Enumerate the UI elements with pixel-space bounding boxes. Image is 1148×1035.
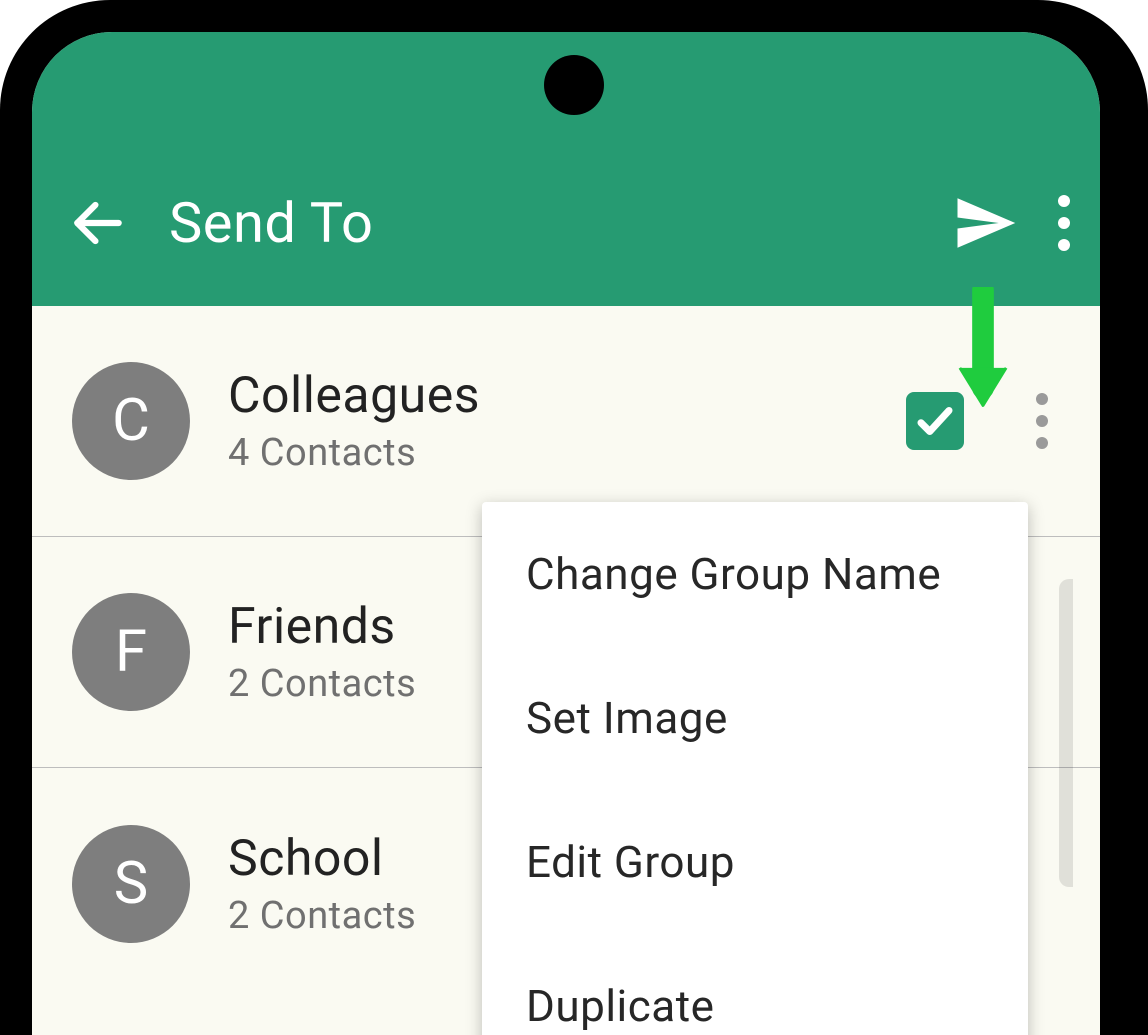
menu-item-duplicate[interactable]: Duplicate: [482, 934, 1028, 1035]
menu-item-set-image[interactable]: Set Image: [482, 646, 1028, 790]
back-icon[interactable]: [67, 192, 129, 254]
row-overflow-icon[interactable]: [1024, 393, 1060, 449]
send-icon[interactable]: [952, 190, 1018, 256]
avatar: C: [72, 362, 190, 480]
device-frame: Send To C Colleagues 4 Contacts: [0, 0, 1148, 1035]
page-title: Send To: [169, 190, 952, 256]
arrow-down-icon: [954, 287, 1012, 421]
avatar: S: [72, 825, 190, 943]
menu-item-change-name[interactable]: Change Group Name: [482, 502, 1028, 646]
camera-cutout: [544, 55, 604, 115]
avatar: F: [72, 593, 190, 711]
menu-item-edit-group[interactable]: Edit Group: [482, 790, 1028, 934]
group-subtitle: 4 Contacts: [228, 431, 906, 475]
app-bar-content: Send To: [67, 190, 1080, 256]
item-text: Colleagues 4 Contacts: [228, 367, 906, 475]
overflow-menu-icon[interactable]: [1048, 195, 1080, 251]
context-menu: Change Group Name Set Image Edit Group D…: [482, 502, 1028, 1035]
screen: Send To C Colleagues 4 Contacts: [32, 32, 1100, 1035]
group-name: Colleagues: [228, 367, 906, 425]
scroll-indicator: [1059, 579, 1073, 887]
